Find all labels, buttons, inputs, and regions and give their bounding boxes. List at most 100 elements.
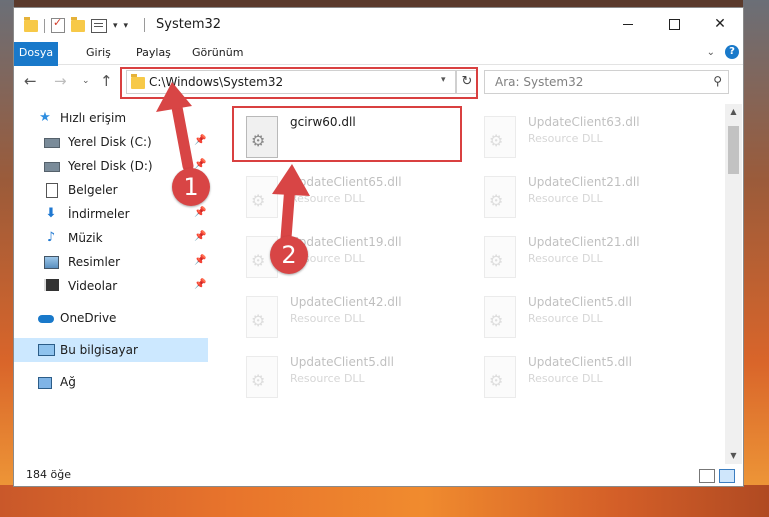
- file-name: UpdateClient5.dll: [528, 295, 632, 309]
- desktop-background-bottom: [0, 485, 769, 517]
- ribbon-tabs: Dosya Giriş Paylaş Görünüm ⌄ ?: [14, 42, 743, 98]
- star-icon: ★: [39, 110, 51, 125]
- dll-file-icon: [246, 356, 278, 398]
- up-arrow-icon[interactable]: ↑: [100, 72, 113, 90]
- drive-icon: [44, 159, 60, 173]
- sidebar-item-pictures[interactable]: Resimler 📌: [14, 250, 208, 274]
- file-name: UpdateClient65.dll: [290, 175, 402, 189]
- details-view-icon[interactable]: [699, 469, 715, 483]
- forward-arrow-icon[interactable]: →: [54, 72, 67, 90]
- file-type: Resource DLL: [528, 192, 603, 205]
- file-name: UpdateClient5.dll: [290, 355, 394, 369]
- dll-file-icon: [484, 176, 516, 218]
- minimize-button[interactable]: [605, 8, 651, 40]
- tab-home[interactable]: Giriş: [86, 42, 111, 64]
- file-item[interactable]: UpdateClient19.dll Resource DLL: [234, 228, 464, 284]
- drive-icon: [44, 135, 60, 149]
- pin-icon[interactable]: 📌: [194, 231, 206, 242]
- properties-check-icon[interactable]: [51, 16, 65, 33]
- sidebar-item-label: Belgeler: [68, 183, 118, 197]
- sidebar-item-music[interactable]: ♪ Müzik 📌: [14, 226, 208, 250]
- scroll-down-icon[interactable]: ▼: [725, 448, 742, 464]
- desktop-background-right: [743, 0, 769, 517]
- pin-icon[interactable]: 📌: [194, 279, 206, 290]
- file-type: Resource DLL: [290, 312, 365, 325]
- computer-icon: [38, 343, 55, 357]
- sidebar-item-label: İndirmeler: [68, 207, 130, 221]
- toolbar-separator: [44, 18, 45, 33]
- file-name: UpdateClient42.dll: [290, 295, 402, 309]
- sidebar-item-label: Yerel Disk (D:): [68, 159, 153, 173]
- scrollbar-thumb[interactable]: [728, 126, 739, 174]
- file-item[interactable]: UpdateClient42.dll Resource DLL: [234, 288, 464, 344]
- file-item[interactable]: UpdateClient5.dll Resource DLL: [234, 348, 464, 404]
- customize-toolbar-icon[interactable]: ▾: [124, 21, 129, 31]
- quick-access-toolbar: ▾ ▾: [24, 16, 129, 33]
- dll-file-icon: [246, 296, 278, 338]
- folder-icon[interactable]: [24, 16, 38, 32]
- window-title: System32: [156, 17, 222, 32]
- close-button[interactable]: ✕: [697, 8, 743, 40]
- dll-file-icon: [484, 296, 516, 338]
- sidebar-item-label: Ağ: [60, 375, 76, 389]
- sidebar-item-label: OneDrive: [60, 311, 117, 325]
- file-explorer-window: ▾ ▾ System32 ✕ Dosya Giriş Paylaş Görünü…: [14, 8, 743, 486]
- sidebar-item-label: Yerel Disk (C:): [68, 135, 152, 149]
- cloud-icon: [38, 311, 54, 325]
- pin-icon[interactable]: 📌: [194, 135, 206, 146]
- file-item[interactable]: UpdateClient21.dll Resource DLL: [472, 168, 702, 224]
- pictures-icon: [44, 255, 59, 269]
- ribbon-controls: ⌄ ?: [707, 45, 739, 59]
- dll-file-icon: [246, 116, 278, 158]
- maximize-button[interactable]: [651, 8, 697, 40]
- title-separator: [144, 18, 145, 32]
- recent-locations-icon[interactable]: ⌄: [82, 76, 90, 86]
- back-arrow-icon[interactable]: ←: [24, 72, 37, 90]
- new-folder-icon[interactable]: [71, 16, 85, 32]
- sidebar-item-quick-access[interactable]: ★ Hızlı erişim: [14, 106, 208, 130]
- sidebar-item-local-disk-c[interactable]: Yerel Disk (C:) 📌: [14, 130, 208, 154]
- desktop-background-left: [0, 0, 14, 517]
- tab-view[interactable]: Görünüm: [192, 42, 243, 64]
- file-item[interactable]: UpdateClient5.dll Resource DLL: [472, 348, 702, 404]
- file-name: UpdateClient21.dll: [528, 175, 640, 189]
- expand-ribbon-icon[interactable]: ⌄: [707, 47, 715, 58]
- help-icon[interactable]: ?: [725, 45, 739, 59]
- sidebar-item-onedrive[interactable]: OneDrive: [14, 306, 208, 330]
- status-bar: 184 öğe: [14, 464, 743, 486]
- file-item[interactable]: UpdateClient5.dll Resource DLL: [472, 288, 702, 344]
- pin-icon[interactable]: 📌: [194, 207, 206, 218]
- videos-icon: [44, 279, 59, 293]
- file-item[interactable]: UpdateClient65.dll Resource DLL: [234, 168, 464, 224]
- file-item[interactable]: UpdateClient63.dll Resource DLL: [472, 108, 702, 164]
- dll-file-icon: [484, 116, 516, 158]
- search-icon[interactable]: ⚲: [713, 74, 722, 88]
- scroll-up-icon[interactable]: ▲: [725, 104, 742, 120]
- tab-share[interactable]: Paylaş: [136, 42, 171, 64]
- item-count: 184 öğe: [26, 468, 71, 481]
- sidebar-item-label: Müzik: [68, 231, 103, 245]
- sidebar-item-downloads[interactable]: ⬇ İndirmeler 📌: [14, 202, 208, 226]
- file-name: UpdateClient63.dll: [528, 115, 640, 129]
- pin-icon[interactable]: 📌: [194, 255, 206, 266]
- vertical-scrollbar[interactable]: ▲ ▼: [725, 104, 742, 464]
- search-placeholder: Ara: System32: [495, 75, 584, 89]
- chevron-down-icon[interactable]: ▾: [113, 21, 118, 31]
- file-item[interactable]: UpdateClient21.dll Resource DLL: [472, 228, 702, 284]
- rename-icon[interactable]: [91, 18, 107, 33]
- tiles-view-icon[interactable]: [719, 469, 735, 483]
- search-box[interactable]: Ara: System32 ⚲: [484, 70, 729, 94]
- sidebar-item-label: Hızlı erişim: [60, 111, 127, 125]
- sidebar-item-videos[interactable]: Videolar 📌: [14, 274, 208, 298]
- file-list: gcirw60.dll UpdateClient63.dll Resource …: [220, 104, 723, 462]
- file-name: gcirw60.dll: [290, 115, 356, 129]
- sidebar-item-network[interactable]: Ağ: [14, 370, 208, 394]
- file-type: Resource DLL: [528, 312, 603, 325]
- documents-icon: [44, 183, 58, 198]
- file-type: Resource DLL: [528, 132, 603, 145]
- file-item-highlighted[interactable]: gcirw60.dll: [232, 106, 462, 162]
- file-name: UpdateClient21.dll: [528, 235, 640, 249]
- sidebar-item-label: Bu bilgisayar: [60, 343, 138, 357]
- address-bar-highlight: [120, 67, 478, 99]
- sidebar-item-this-pc[interactable]: Bu bilgisayar: [14, 338, 208, 362]
